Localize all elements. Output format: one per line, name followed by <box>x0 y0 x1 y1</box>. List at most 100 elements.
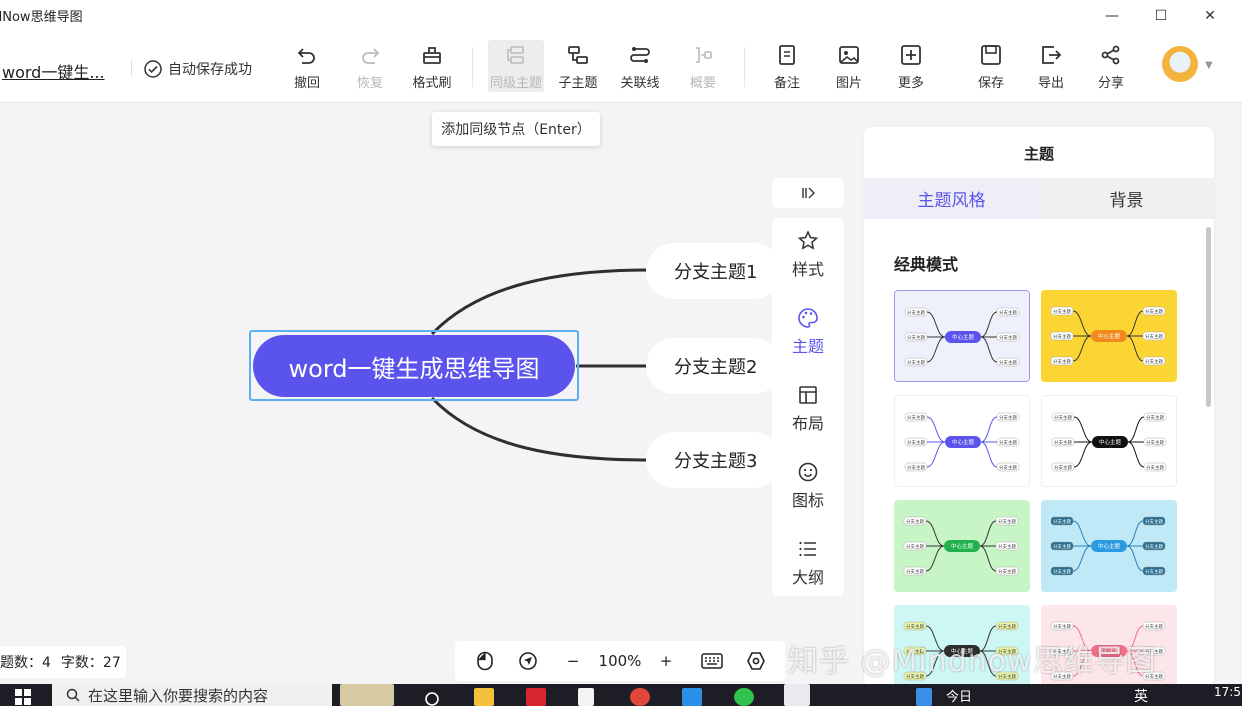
mouse-mode-button[interactable] <box>471 641 499 681</box>
taskbar-search-placeholder: 在这里输入你要搜索的内容 <box>88 686 269 705</box>
zoom-level[interactable]: 100% <box>595 641 645 681</box>
save-button[interactable]: 保存 <box>963 44 1019 91</box>
svg-text:分支主题: 分支主题 <box>907 464 925 471</box>
svg-text:中心主题: 中心主题 <box>952 333 975 341</box>
divider <box>744 47 745 87</box>
theme-card[interactable]: 分支主题 分支主题 分支主题 分支主题 分支主题 分支主题 中心主题 <box>1041 500 1177 592</box>
taskbar-search[interactable]: 在这里输入你要搜索的内容 <box>52 684 332 706</box>
nav-item-label: 样式 <box>791 260 824 279</box>
app-title: dNow思维导图 <box>0 10 83 25</box>
branch-topic-2[interactable]: 分支主题2 <box>646 338 782 394</box>
theme-panel: 主题 主题风格 背景 经典模式 分支主题 分支主题 分支主题 分支主题 分支主题 分支主题… <box>864 127 1214 687</box>
svg-text:分支主题: 分支主题 <box>998 568 1016 575</box>
child-topic-icon <box>568 46 588 64</box>
taskbar-clock[interactable]: 17:5 <box>1214 685 1241 699</box>
svg-text:分支主题: 分支主题 <box>1145 518 1163 525</box>
theme-card[interactable]: 分支主题 分支主题 分支主题 分支主题 分支主题 分支主题 中心主题 <box>894 395 1030 487</box>
sibling-topic-button[interactable]: 同级主题 <box>488 40 544 92</box>
toolbar: dNow思维导图 — ☐ ✕ word一键生... 自动保存成功 撤回 恢复 格… <box>0 0 1242 103</box>
share-button[interactable]: 分享 <box>1083 44 1139 91</box>
nav-item-icon[interactable]: 图标 <box>772 461 844 521</box>
ime-indicator[interactable]: 英 <box>1134 686 1148 706</box>
svg-text:分支主题: 分支主题 <box>998 623 1016 630</box>
theme-preview: 分支主题 分支主题分支主题 分支主题分支主题 分支主题中心主题 <box>1041 500 1177 592</box>
svg-text:分支主题: 分支主题 <box>1053 568 1071 575</box>
svg-text:中心主题: 中心主题 <box>1098 542 1121 550</box>
wechat-icon[interactable] <box>734 688 754 706</box>
chevron-down-icon[interactable]: ▼ <box>1205 60 1213 71</box>
taskbar-weather[interactable]: 今日 <box>946 686 972 705</box>
minimize-button[interactable]: — <box>1100 4 1124 28</box>
summary-label: 概要 <box>689 76 716 91</box>
undo-button[interactable]: 撤回 <box>279 44 335 91</box>
image-button[interactable]: 图片 <box>821 44 877 91</box>
theme-card[interactable]: 分支主题 分支主题 分支主题 分支主题 分支主题 分支主题 中心主题 <box>1041 290 1177 382</box>
document-icon[interactable] <box>578 688 594 706</box>
theme-preview: 分支主题 分支主题分支主题 分支主题分支主题 分支主题中心主题 <box>1041 290 1177 382</box>
weather-icon[interactable] <box>916 688 932 706</box>
svg-text:分支主题: 分支主题 <box>907 334 925 341</box>
branch-topic-1[interactable]: 分支主题1 <box>646 243 782 299</box>
task-view-thumbnail[interactable] <box>340 684 394 706</box>
nav-item-layout[interactable]: 布局 <box>772 384 844 444</box>
branch-topic-3[interactable]: 分支主题3 <box>646 432 782 488</box>
relation-line-button[interactable]: 关联线 <box>612 44 668 91</box>
redo-button[interactable]: 恢复 <box>342 44 398 91</box>
nav-item-theme[interactable]: 主题 <box>772 307 844 367</box>
panel-tabs: 主题风格 背景 <box>864 178 1214 219</box>
svg-text:分支主题: 分支主题 <box>906 543 924 550</box>
sibling-topic-icon <box>507 46 524 64</box>
svg-text:分支主题: 分支主题 <box>1145 308 1163 315</box>
tab-theme-style[interactable]: 主题风格 <box>864 178 1039 219</box>
more-button[interactable]: 更多 <box>883 44 939 91</box>
scrollbar[interactable] <box>1206 227 1211 407</box>
mindnow-taskbar-icon[interactable] <box>784 684 810 706</box>
windows-start-icon[interactable] <box>14 688 32 706</box>
theme-card[interactable]: 分支主题 分支主题 分支主题 分支主题 分支主题 分支主题 中心主题 <box>894 290 1030 382</box>
note-button[interactable]: 备注 <box>759 44 815 91</box>
format-brush-icon <box>423 47 441 64</box>
style-icon <box>797 230 819 250</box>
file-explorer-icon[interactable] <box>474 688 494 706</box>
avatar[interactable] <box>1162 46 1198 82</box>
plus-square-icon <box>901 45 921 65</box>
child-topic-button[interactable]: 子主题 <box>550 44 606 91</box>
summary-button[interactable]: 概要 <box>675 44 731 91</box>
undo-icon <box>297 48 315 64</box>
more-label: 更多 <box>897 76 924 91</box>
document-name[interactable]: word一键生... <box>2 59 105 83</box>
central-topic[interactable]: word一键生成思维导图 <box>253 335 575 397</box>
settings-button[interactable] <box>742 641 770 681</box>
zoom-in-button[interactable]: + <box>652 641 680 681</box>
divider <box>472 47 473 87</box>
autosave-label: 自动保存成功 <box>168 62 252 78</box>
theme-card[interactable]: 分支主题 分支主题 分支主题 分支主题 分支主题 分支主题 中心主题 <box>894 500 1030 592</box>
theme-preview: 分支主题 分支主题分支主题 分支主题分支主题 分支主题中心主题 <box>894 500 1030 592</box>
side-nav: 样式 主题 布局 图标 大纲 <box>772 218 844 596</box>
close-button[interactable]: ✕ <box>1198 4 1222 28</box>
keyboard-icon <box>701 653 723 669</box>
search-circle-icon[interactable] <box>422 688 442 706</box>
collapse-panel-button[interactable] <box>772 178 844 208</box>
wps-icon[interactable] <box>526 688 546 706</box>
svg-text:分支主题: 分支主题 <box>1145 568 1163 575</box>
keyboard-shortcuts-button[interactable] <box>698 641 726 681</box>
svg-text:分支主题: 分支主题 <box>1054 414 1072 421</box>
tab-background[interactable]: 背景 <box>1039 178 1214 219</box>
zoom-out-button[interactable]: − <box>559 641 587 681</box>
app-icon[interactable] <box>682 688 702 706</box>
collapse-arrow-icon <box>802 187 815 199</box>
nav-item-style[interactable]: 样式 <box>772 230 844 290</box>
list-icon <box>799 541 816 557</box>
maximize-button[interactable]: ☐ <box>1149 4 1173 28</box>
export-button[interactable]: 导出 <box>1023 44 1079 91</box>
chrome-icon[interactable] <box>630 688 650 706</box>
svg-text:中心主题: 中心主题 <box>1098 332 1121 340</box>
theme-card[interactable]: 分支主题 分支主题 分支主题 分支主题 分支主题 分支主题 中心主题 <box>1041 395 1177 487</box>
svg-text:分支主题: 分支主题 <box>999 414 1017 421</box>
locate-button[interactable] <box>514 641 542 681</box>
nav-item-outline[interactable]: 大纲 <box>772 538 844 598</box>
format-brush-button[interactable]: 格式刷 <box>404 44 460 91</box>
svg-text:分支主题: 分支主题 <box>1053 623 1071 630</box>
image-icon <box>839 46 859 64</box>
